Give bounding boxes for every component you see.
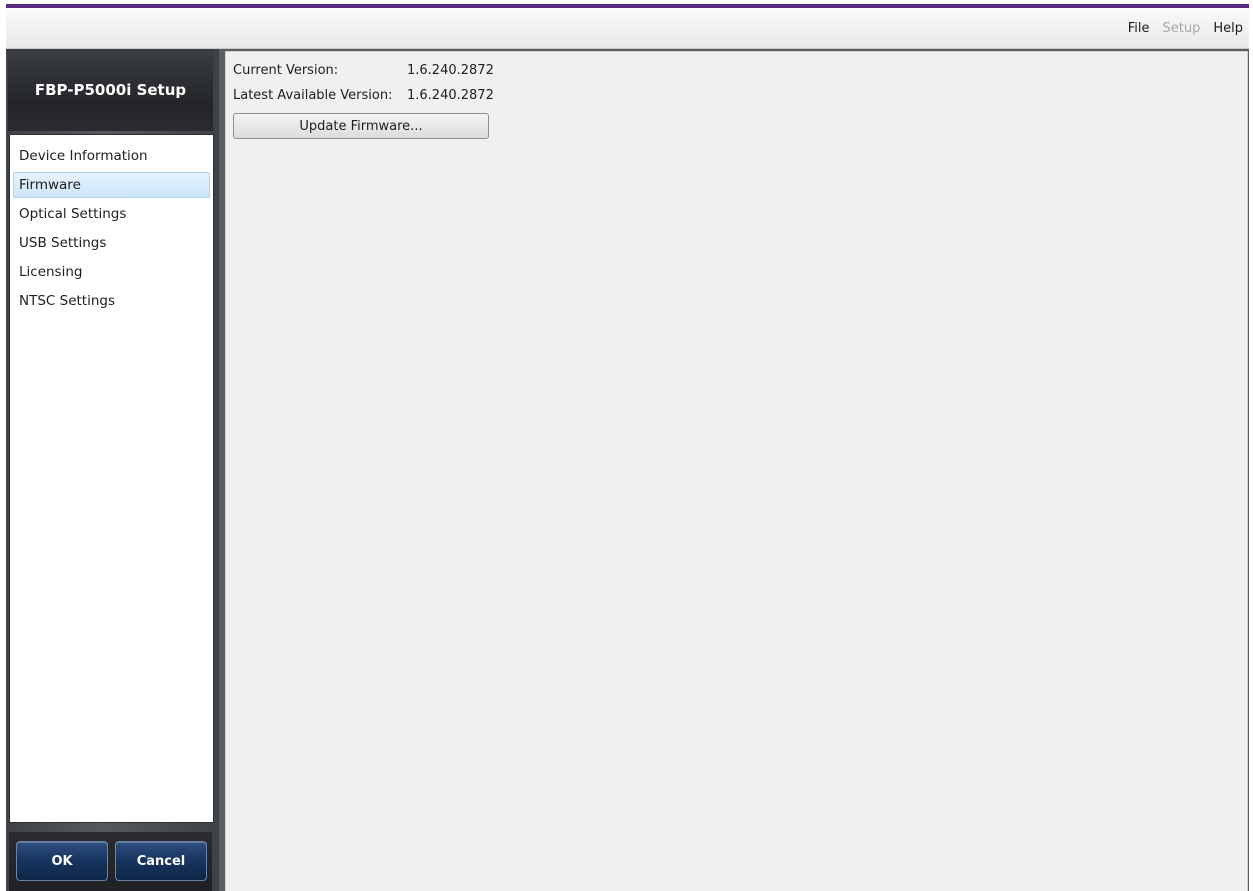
nav-list: Device Information Firmware Optical Sett… <box>10 135 213 314</box>
sidebar: FBP-P5000i Setup Device Information Firm… <box>6 49 219 891</box>
menu-setup: Setup <box>1162 21 1201 36</box>
current-version-row: Current Version: 1.6.240.2872 <box>233 63 494 78</box>
nav-item-optical-settings[interactable]: Optical Settings <box>13 201 210 227</box>
menu-help[interactable]: Help <box>1213 21 1243 36</box>
current-version-label: Current Version: <box>233 63 339 78</box>
nav-item-firmware[interactable]: Firmware <box>13 172 210 198</box>
nav-item-usb-settings[interactable]: USB Settings <box>13 230 210 256</box>
nav-item-device-information[interactable]: Device Information <box>13 143 210 169</box>
menu-bar: File Setup Help <box>6 8 1249 49</box>
latest-version-label: Latest Available Version: <box>233 88 393 103</box>
firmware-panel: Current Version: 1.6.240.2872 Latest Ava… <box>225 51 1248 891</box>
latest-version-value: 1.6.240.2872 <box>407 88 494 103</box>
sidebar-title: FBP-P5000i Setup <box>34 81 187 99</box>
nav-panel: Device Information Firmware Optical Sett… <box>9 134 214 823</box>
app-window: File Setup Help FBP-P5000i Setup Device … <box>6 4 1249 891</box>
latest-version-row: Latest Available Version: 1.6.240.2872 <box>233 88 494 103</box>
cancel-button[interactable]: Cancel <box>115 841 207 881</box>
current-version-value: 1.6.240.2872 <box>407 63 494 78</box>
nav-item-licensing[interactable]: Licensing <box>13 259 210 285</box>
nav-item-ntsc-settings[interactable]: NTSC Settings <box>13 288 210 314</box>
sidebar-header: FBP-P5000i Setup <box>8 49 213 131</box>
update-firmware-button[interactable]: Update Firmware... <box>233 113 489 139</box>
menu-file[interactable]: File <box>1128 21 1150 36</box>
menu: File Setup Help <box>1128 21 1243 36</box>
ok-button[interactable]: OK <box>16 841 108 881</box>
dialog-footer: OK Cancel <box>9 832 212 891</box>
